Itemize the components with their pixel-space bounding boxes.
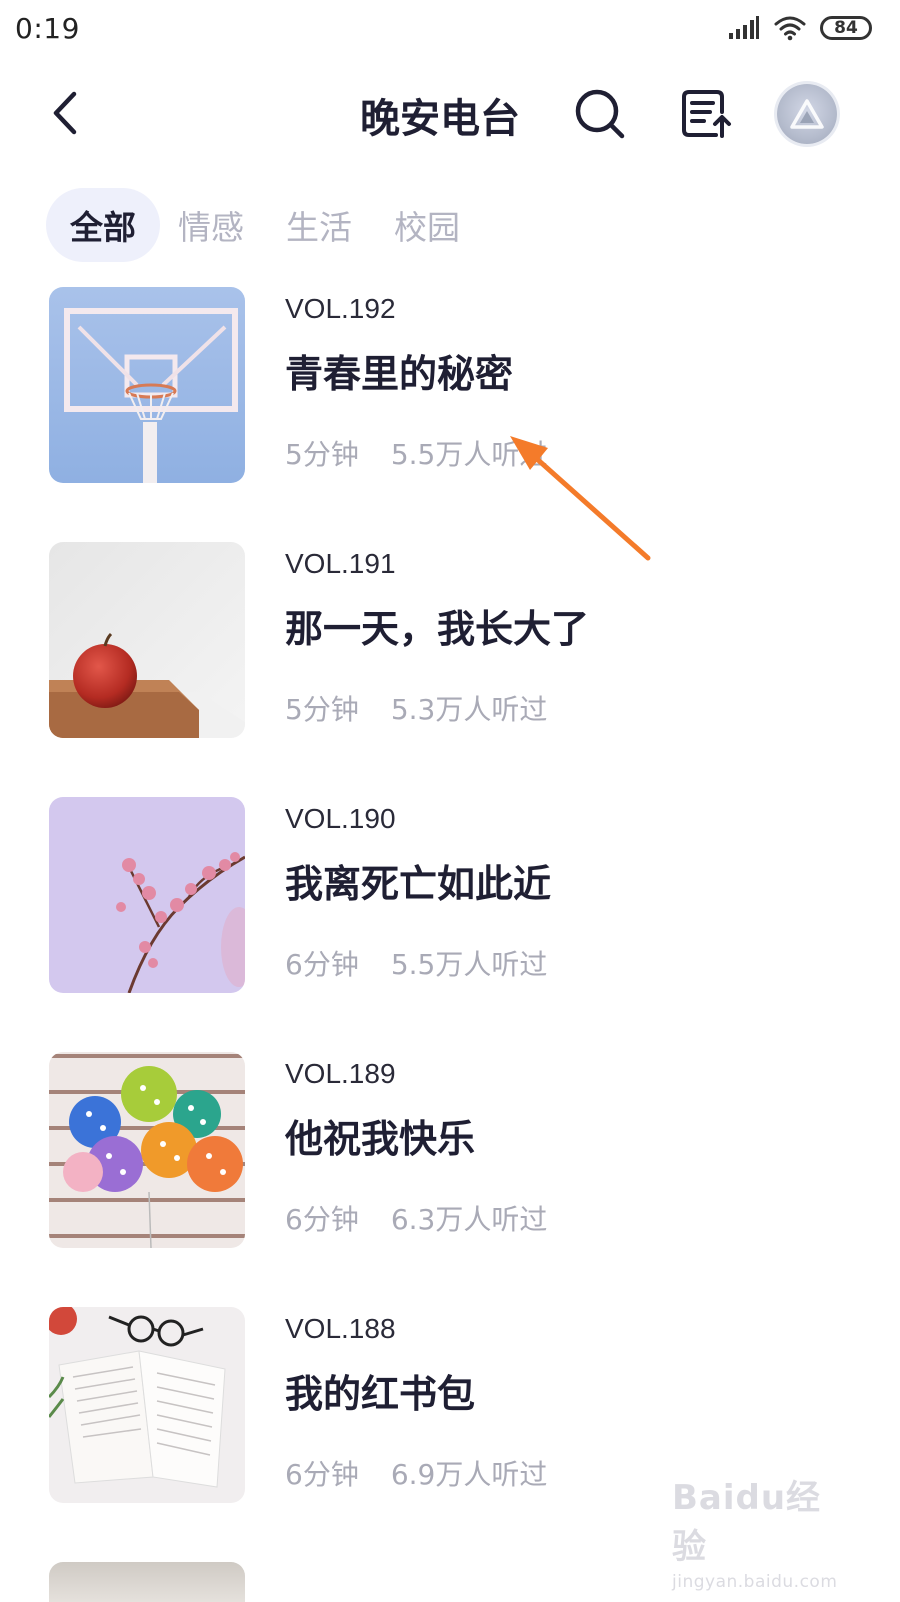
tab-life[interactable]: 生活 [262, 188, 376, 262]
episode-thumbnail [49, 1307, 245, 1503]
category-tabs: 全部 情感 生活 校园 [46, 188, 484, 262]
episode-title: 我的红书包 [285, 1372, 476, 1416]
tab-campus[interactable]: 校园 [370, 188, 484, 262]
tab-emotion[interactable]: 情感 [154, 188, 268, 262]
header: 晚安电台 [0, 62, 900, 167]
blossom-branch-image [49, 797, 245, 993]
status-bar: 0:19 84 [0, 0, 900, 62]
episode-item[interactable]: VOL.191 那一天，我长大了 5分钟 5.3万人听过 [0, 542, 900, 797]
episode-meta: 6分钟 6.9万人听过 [285, 1453, 547, 1493]
episode-item[interactable]: VOL.189 他祝我快乐 6分钟 6.3万人听过 [0, 1052, 900, 1307]
battery-level: 84 [834, 18, 858, 38]
episode-title: 他祝我快乐 [285, 1117, 476, 1161]
search-icon [575, 89, 625, 139]
episode-thumbnail [49, 797, 245, 993]
episode-list: VOL.192 青春里的秘密 5分钟 5.5万人听过 VOL.191 那一天，我… [0, 287, 900, 1562]
episode-item[interactable]: VOL.190 我离死亡如此近 6分钟 5.5万人听过 [0, 797, 900, 1052]
episode-vol: VOL.192 [285, 293, 396, 324]
episode-thumbnail [49, 542, 245, 738]
episode-title: 我离死亡如此近 [285, 862, 552, 906]
episode-meta: 6分钟 5.5万人听过 [285, 943, 547, 983]
list-export-icon [682, 90, 731, 138]
status-time: 0:19 [15, 12, 80, 45]
episode-listens: 5.5万人听过 [390, 948, 548, 981]
episode-vol: VOL.189 [285, 1058, 396, 1089]
list-export-button[interactable] [680, 88, 732, 140]
episode-title: 那一天，我长大了 [285, 607, 590, 651]
episode-listens: 5.5万人听过 [390, 438, 548, 471]
episode-thumbnail [49, 287, 245, 483]
status-icons: 84 [728, 15, 872, 41]
episode-listens: 6.3万人听过 [390, 1203, 548, 1236]
episode-duration: 5分钟 [285, 693, 359, 726]
episode-meta: 5分钟 5.5万人听过 [285, 433, 547, 473]
episode-item[interactable]: VOL.192 青春里的秘密 5分钟 5.5万人听过 [0, 287, 900, 542]
episode-listens: 5.3万人听过 [390, 693, 548, 726]
watermark-url: jingyan.baidu.com [672, 1572, 838, 1592]
partial-episode-thumbnail[interactable] [49, 1562, 245, 1602]
watermark-logo: Baidu经验 [672, 1478, 822, 1567]
back-arrow-icon [53, 91, 77, 135]
avatar-logo-icon [790, 99, 824, 129]
episode-thumbnail [49, 1052, 245, 1248]
episode-meta: 6分钟 6.3万人听过 [285, 1198, 547, 1238]
episode-title: 青春里的秘密 [285, 352, 514, 396]
episode-duration: 6分钟 [285, 1203, 359, 1236]
wifi-icon [774, 16, 806, 41]
episode-duration: 6分钟 [285, 1458, 359, 1491]
open-book-image [49, 1307, 245, 1503]
basketball-hoop-image [49, 287, 245, 483]
apple-on-board-image [49, 542, 245, 738]
episode-vol: VOL.188 [285, 1313, 396, 1344]
tab-all[interactable]: 全部 [46, 188, 160, 262]
page-title: 晚安电台 [360, 96, 520, 142]
signal-icon [729, 16, 759, 39]
episode-meta: 5分钟 5.3万人听过 [285, 688, 547, 728]
avatar[interactable] [777, 84, 837, 144]
watermark: Baidu经验 jingyan.baidu.com [672, 1470, 852, 1592]
episode-vol: VOL.190 [285, 803, 396, 834]
search-button[interactable] [574, 88, 626, 140]
episode-listens: 6.9万人听过 [390, 1458, 548, 1491]
polka-dot-balloons-image [49, 1052, 245, 1248]
back-button[interactable] [46, 88, 86, 138]
battery-indicator: 84 [820, 16, 872, 40]
episode-duration: 5分钟 [285, 438, 359, 471]
episode-vol: VOL.191 [285, 548, 396, 579]
episode-duration: 6分钟 [285, 948, 359, 981]
